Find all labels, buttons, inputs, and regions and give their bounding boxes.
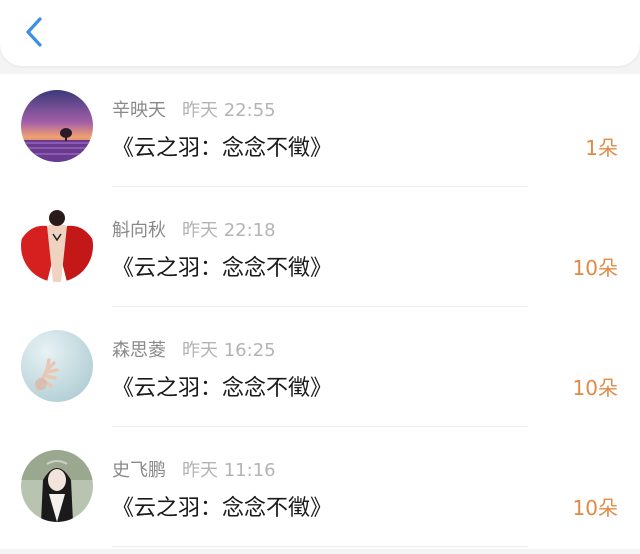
book-title: 《云之羽：念念不徵》 [112,496,333,521]
timestamp: 昨天 11:16 [182,460,276,481]
avatar [21,450,93,522]
chevron-left-icon [26,17,42,47]
list-item[interactable]: 辛映天 昨天 22:55 《云之羽：念念不徵》 1朵 [0,74,640,194]
sender-name: 森思菱 [112,340,166,361]
book-title: 《云之羽：念念不徵》 [112,136,333,161]
top-nav-bar [0,0,640,66]
avatar [21,330,93,402]
flower-count: 10朵 [572,376,618,400]
divider [112,546,528,547]
divider [112,306,528,307]
record-meta: 辛映天 昨天 22:55 [112,96,276,121]
book-title: 《云之羽：念念不徵》 [112,376,333,401]
flower-count: 10朵 [572,256,618,280]
list-item[interactable]: 史飞鹏 昨天 11:16 《云之羽：念念不徵》 10朵 [0,434,640,554]
sender-name: 辛映天 [112,100,166,121]
sender-name: 史飞鹏 [112,460,166,481]
flower-count: 1朵 [585,136,618,160]
book-title: 《云之羽：念念不徵》 [112,256,333,281]
avatar [21,90,93,162]
gift-record-list: 辛映天 昨天 22:55 《云之羽：念念不徵》 1朵 斛向秋 昨天 22:18 《云… [0,74,640,549]
list-item[interactable]: 森思菱 昨天 16:25 《云之羽：念念不徵》 10朵 [0,314,640,434]
avatar [21,210,93,282]
divider [112,186,528,187]
back-button[interactable] [20,14,50,50]
list-item[interactable]: 斛向秋 昨天 22:18 《云之羽：念念不徵》 10朵 [0,194,640,314]
record-meta: 森思菱 昨天 16:25 [112,336,276,361]
sender-name: 斛向秋 [112,220,166,241]
record-meta: 斛向秋 昨天 22:18 [112,216,276,241]
timestamp: 昨天 22:55 [182,100,276,121]
flower-count: 10朵 [572,496,618,520]
divider [112,426,528,427]
timestamp: 昨天 22:18 [182,220,276,241]
timestamp: 昨天 16:25 [182,340,276,361]
record-meta: 史飞鹏 昨天 11:16 [112,456,276,481]
